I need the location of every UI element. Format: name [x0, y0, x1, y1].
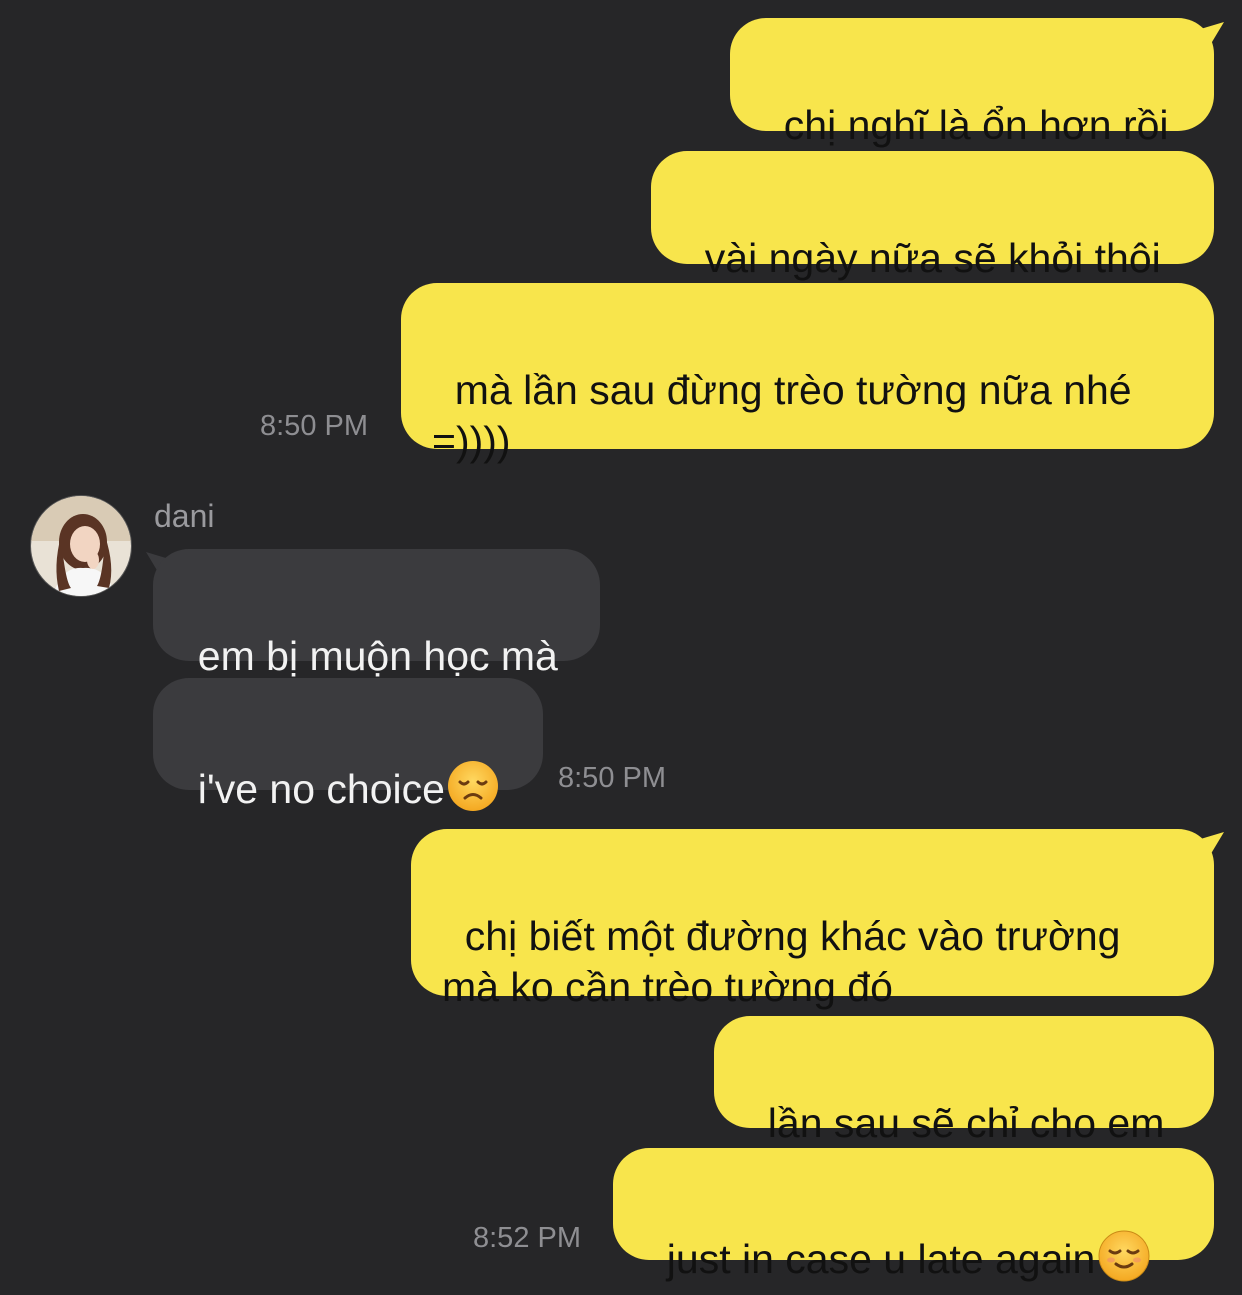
message-text: i've no choice: [197, 765, 445, 812]
outgoing-message[interactable]: chị nghĩ là ổn hơn rồi: [730, 18, 1214, 148]
timestamp: 8:50 PM: [260, 410, 368, 442]
avatar-image: [31, 496, 131, 596]
incoming-message[interactable]: i've no choice: [153, 678, 543, 812]
message-text: chị nghĩ là ổn hơn rồi: [783, 102, 1169, 148]
message-text: chị biết một đường khác vào trường mà ko…: [442, 913, 1121, 1010]
message-text: mà lần sau đừng trèo tường nữa nhé =)))): [432, 367, 1132, 464]
outgoing-message[interactable]: just in case u late again: [613, 1148, 1214, 1282]
avatar[interactable]: [30, 495, 132, 597]
outgoing-message[interactable]: vài ngày nữa sẽ khỏi thôi: [651, 151, 1214, 281]
relieved-face-icon: [1097, 1229, 1151, 1295]
disappointed-face-icon: [447, 760, 499, 824]
outgoing-message[interactable]: lần sau sẽ chỉ cho em: [714, 1016, 1214, 1146]
sender-name: dani: [154, 498, 215, 534]
timestamp: 8:52 PM: [473, 1222, 581, 1254]
message-text: vài ngày nữa sẽ khỏi thôi: [704, 235, 1161, 281]
timestamp: 8:50 PM: [558, 762, 666, 794]
incoming-message[interactable]: em bị muộn học mà: [153, 549, 600, 679]
outgoing-message[interactable]: chị biết một đường khác vào trường mà ko…: [411, 829, 1214, 1010]
message-text: just in case u late again: [666, 1235, 1096, 1282]
outgoing-message[interactable]: mà lần sau đừng trèo tường nữa nhé =)))): [401, 283, 1214, 464]
message-text: lần sau sẽ chỉ cho em: [767, 1100, 1165, 1146]
message-text: em bị muộn học mà: [197, 633, 558, 679]
